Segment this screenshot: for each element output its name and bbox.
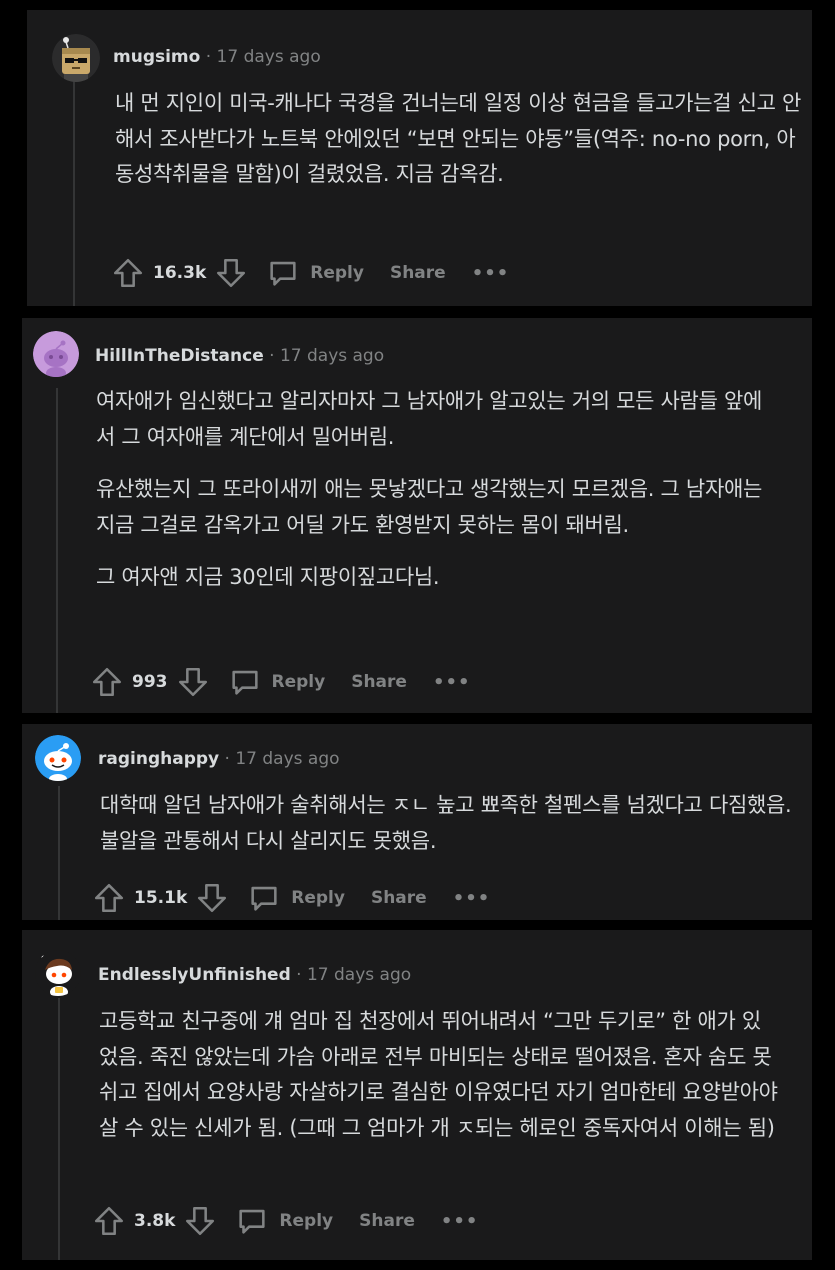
share-button[interactable]: Share (359, 1211, 415, 1231)
username[interactable]: EndlesslyUnfinished (98, 965, 291, 985)
reply-button[interactable]: Reply (228, 665, 326, 699)
comment-bubble-icon (228, 665, 262, 699)
comment-bubble-icon (235, 1204, 269, 1238)
comment-body: 내 먼 지인이 미국-캐나다 국경을 건너는데 일정 이상 현금을 들고가는걸 … (115, 86, 805, 193)
vote-score: 3.8k (134, 1211, 176, 1231)
more-options-button[interactable]: ••• (472, 263, 510, 284)
comment-paragraph: 내 먼 지인이 미국-캐나다 국경을 건너는데 일정 이상 현금을 들고가는걸 … (115, 91, 802, 186)
upvote-arrow-icon[interactable] (92, 1204, 126, 1238)
reply-label: Reply (310, 263, 364, 283)
comment-header: mugsimo · 17 days ago (113, 47, 321, 67)
timestamp[interactable]: 17 days ago (217, 47, 321, 67)
share-button[interactable]: Share (371, 888, 427, 908)
comment-card: HillInTheDistance · 17 days ago 여자애가 임신했… (22, 318, 812, 713)
blue-snoo-icon (35, 735, 81, 781)
downvote-arrow-icon[interactable] (195, 881, 229, 915)
timestamp[interactable]: 17 days ago (307, 965, 411, 985)
share-button[interactable]: Share (351, 672, 407, 692)
upvote-arrow-icon[interactable] (90, 665, 124, 699)
more-options-button[interactable]: ••• (433, 672, 471, 693)
reply-label: Reply (279, 1211, 334, 1231)
thread-line[interactable] (56, 388, 58, 713)
upvote-arrow-icon[interactable] (92, 881, 126, 915)
reply-label: Reply (291, 888, 345, 908)
username[interactable]: raginghappy (98, 749, 219, 769)
timestamp[interactable]: 17 days ago (235, 749, 339, 769)
timestamp[interactable]: 17 days ago (280, 346, 384, 366)
vote-score: 15.1k (134, 888, 188, 908)
share-button[interactable]: Share (390, 263, 446, 283)
downvote-arrow-icon[interactable] (183, 1204, 217, 1238)
avatar[interactable] (52, 34, 100, 82)
purple-snoo-icon (33, 331, 79, 377)
comment-bubble-icon (266, 256, 300, 290)
comment-card: mugsimo · 17 days ago 내 먼 지인이 미국-캐나다 국경을… (22, 10, 812, 306)
comment-card: raginghappy · 17 days ago 대학때 알던 남자애가 술취… (22, 724, 812, 920)
comment-body: 여자애가 임신했다고 알리자마자 그 남자애가 알고있는 거의 모든 사람들 앞… (96, 384, 768, 596)
comment-header: raginghappy · 17 days ago (98, 749, 340, 769)
downvote-arrow-icon[interactable] (214, 256, 248, 290)
comment-paragraph: 여자애가 임신했다고 알리자마자 그 남자애가 알고있는 거의 모든 사람들 앞… (96, 389, 763, 449)
reply-button[interactable]: Reply (235, 1204, 333, 1238)
separator: · (269, 346, 275, 366)
vote-score: 16.3k (153, 263, 207, 283)
comment-body: 고등학교 친구중에 걔 엄마 집 천장에서 뛰어내려서 “그만 두기로” 한 애… (99, 1004, 779, 1146)
downvote-arrow-icon[interactable] (176, 665, 210, 699)
comment-header: EndlesslyUnfinished · 17 days ago (98, 965, 411, 985)
vote-score: 993 (132, 672, 168, 692)
box-head-sunglasses-icon (52, 34, 100, 82)
reply-button[interactable]: Reply (247, 881, 345, 915)
thread-line[interactable] (58, 998, 60, 1260)
username[interactable]: HillInTheDistance (95, 346, 264, 366)
comment-paragraph: 대학때 알던 남자애가 술취해서는 ㅈㄴ 높고 뾰족한 철펜스를 넘겠다고 다짐… (100, 793, 792, 853)
comment-header: HillInTheDistance · 17 days ago (95, 346, 384, 366)
more-options-button[interactable]: ••• (453, 888, 491, 909)
snoo-brown-hair-icon (35, 950, 81, 996)
separator: · (296, 965, 302, 985)
action-bar: 3.8k Reply Share ••• (92, 1204, 478, 1238)
reply-label: Reply (271, 672, 326, 692)
action-bar: 15.1k Reply Share ••• (92, 881, 490, 915)
avatar[interactable] (35, 950, 81, 996)
comment-bubble-icon (247, 881, 281, 915)
avatar[interactable] (35, 735, 81, 781)
comment-paragraph: 고등학교 친구중에 걔 엄마 집 천장에서 뛰어내려서 “그만 두기로” 한 애… (99, 1009, 778, 1140)
username[interactable]: mugsimo (113, 47, 200, 67)
reply-button[interactable]: Reply (266, 256, 364, 290)
comment-paragraph: 유산했는지 그 또라이새끼 애는 못낳겠다고 생각했는지 모르겠음. 그 남자애… (96, 477, 763, 537)
separator: · (224, 749, 230, 769)
upvote-arrow-icon[interactable] (111, 256, 145, 290)
thread-line[interactable] (73, 74, 75, 306)
comment-card: EndlesslyUnfinished · 17 days ago 고등학교 친… (22, 930, 812, 1260)
avatar[interactable] (33, 331, 79, 377)
separator: · (205, 47, 212, 67)
comment-body: 대학때 알던 남자애가 술취해서는 ㅈㄴ 높고 뾰족한 철펜스를 넘겠다고 다짐… (100, 788, 800, 859)
comment-paragraph: 그 여자앤 지금 30인데 지팡이짚고다님. (96, 565, 440, 589)
action-bar: 993 Reply Share ••• (90, 665, 470, 699)
action-bar: 16.3k Reply Share ••• (111, 256, 509, 290)
more-options-button[interactable]: ••• (441, 1211, 479, 1232)
thread-line[interactable] (58, 786, 60, 920)
